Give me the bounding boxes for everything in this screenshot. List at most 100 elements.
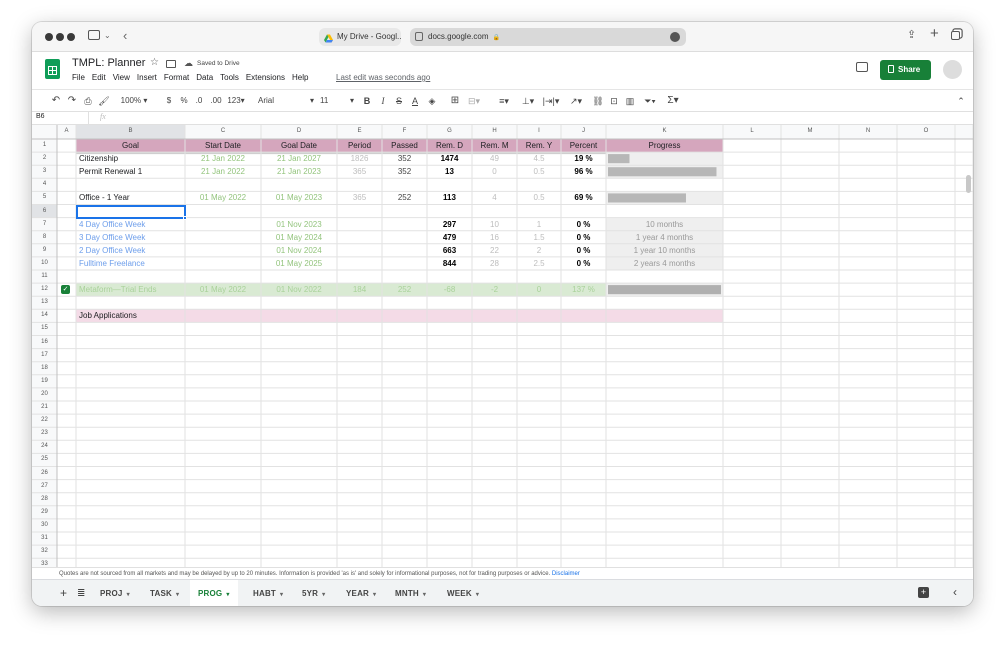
row-number[interactable]: 24 <box>32 440 57 453</box>
redo-icon[interactable]: ↷ <box>66 90 78 112</box>
rem-years-cell[interactable]: 4.5 <box>517 152 561 165</box>
row-number[interactable]: 1 <box>32 139 57 152</box>
link-icon[interactable]: ⛓ <box>592 90 604 112</box>
text-color-icon[interactable]: A <box>410 90 420 112</box>
sheet-tab-menu-icon[interactable]: ▾ <box>176 592 179 598</box>
rem-years-cell[interactable]: 0.5 <box>517 191 561 204</box>
passed-cell[interactable]: 352 <box>382 152 427 165</box>
move-folder-icon[interactable] <box>166 60 176 68</box>
percent-cell[interactable]: 0 % <box>561 244 606 257</box>
column-title-rem-m[interactable]: Rem. M <box>472 139 517 152</box>
goal-cell[interactable]: 2 Day Office Week <box>76 244 185 257</box>
passed-cell[interactable] <box>382 244 427 257</box>
goal-date-cell[interactable]: 21 Jan 2023 <box>261 165 337 178</box>
sheet-tab-5yr[interactable]: 5YR ▾ <box>302 580 325 606</box>
new-tab-icon[interactable]: + <box>930 25 939 42</box>
percent-cell[interactable]: 0 % <box>561 231 606 244</box>
row-number[interactable]: 32 <box>32 545 57 558</box>
goal-cell[interactable]: Citizenship <box>76 152 185 165</box>
goal-cell[interactable]: Permit Renewal 1 <box>76 165 185 178</box>
column-header-e[interactable]: E <box>337 126 382 137</box>
menu-view[interactable]: View <box>113 73 130 85</box>
period-cell[interactable] <box>337 218 382 231</box>
rem-months-cell[interactable]: 4 <box>472 191 517 204</box>
column-header-o[interactable]: O <box>897 126 955 137</box>
sheet-tab-menu-icon[interactable]: ▾ <box>373 592 376 598</box>
sidebar-icon[interactable] <box>88 30 100 40</box>
column-header-m[interactable]: M <box>781 126 839 137</box>
row-number[interactable]: 8 <box>32 231 57 244</box>
period-cell[interactable] <box>337 244 382 257</box>
column-header-c[interactable]: C <box>185 126 261 137</box>
reader-icon[interactable] <box>670 32 680 42</box>
start-date-cell[interactable]: 01 May 2022 <box>185 283 261 296</box>
percent-cell[interactable]: 137 % <box>561 283 606 296</box>
chevron-down-icon[interactable]: ⌄ <box>104 31 111 40</box>
menu-extensions[interactable]: Extensions <box>246 73 285 85</box>
sheet-tab-year[interactable]: YEAR ▾ <box>346 580 376 606</box>
column-header-n[interactable]: N <box>839 126 897 137</box>
row-number[interactable]: 11 <box>32 270 57 283</box>
vertical-align-icon[interactable]: ⊥▾ <box>520 90 536 112</box>
goal-cell[interactable]: 4 Day Office Week <box>76 218 185 231</box>
goal-cell[interactable]: Metaform—Trial Ends <box>76 283 185 296</box>
side-panel-toggle-icon[interactable]: ‹ <box>953 585 957 599</box>
goal-date-cell[interactable]: 01 May 2025 <box>261 257 337 270</box>
rem-days-cell[interactable]: 663 <box>427 244 472 257</box>
sheet-tab-menu-icon[interactable]: ▾ <box>423 592 426 598</box>
row-number[interactable]: 16 <box>32 336 57 349</box>
row-number[interactable]: 10 <box>32 257 57 270</box>
comments-icon[interactable] <box>856 62 868 72</box>
fill-color-icon[interactable]: ◈ <box>427 90 437 112</box>
fill-handle[interactable] <box>183 215 187 220</box>
sheet-tab-mnth[interactable]: MNTH ▾ <box>395 580 426 606</box>
column-title-rem-d[interactable]: Rem. D <box>427 139 472 152</box>
borders-icon[interactable]: ⊞ <box>450 90 460 112</box>
disclaimer-link[interactable]: Disclaimer <box>552 571 580 577</box>
column-title-progress[interactable]: Progress <box>606 139 723 152</box>
column-title-passed[interactable]: Passed <box>382 139 427 152</box>
goal-cell[interactable]: Job Applications <box>76 309 185 322</box>
column-title-period[interactable]: Period <box>337 139 382 152</box>
row-number[interactable]: 22 <box>32 414 57 427</box>
start-date-cell[interactable]: 01 May 2022 <box>185 191 261 204</box>
goal-date-cell[interactable]: 01 Nov 2024 <box>261 244 337 257</box>
row-number[interactable]: 3 <box>32 165 57 178</box>
row-number[interactable]: 19 <box>32 375 57 388</box>
address-bar[interactable]: docs.google.com 🔒 <box>410 28 686 46</box>
column-header-d[interactable]: D <box>261 126 337 137</box>
period-cell[interactable]: 365 <box>337 165 382 178</box>
increase-decimal-button[interactable]: .00 <box>208 90 224 112</box>
percent-cell[interactable]: 69 % <box>561 191 606 204</box>
row-number[interactable]: 5 <box>32 191 57 204</box>
start-date-cell[interactable]: 21 Jan 2022 <box>185 165 261 178</box>
start-date-cell[interactable] <box>185 244 261 257</box>
sheet-tab-menu-icon[interactable]: ▾ <box>226 592 229 598</box>
all-sheets-icon[interactable]: ≣ <box>77 588 85 599</box>
column-header-h[interactable]: H <box>472 126 517 137</box>
progress-text-cell[interactable]: 2 years 4 months <box>606 257 723 270</box>
chart-icon[interactable]: ▥ <box>624 90 636 112</box>
row-number[interactable]: 25 <box>32 453 57 466</box>
done-checkbox-icon[interactable]: ✓ <box>61 285 70 295</box>
rem-days-cell[interactable]: 1474 <box>427 152 472 165</box>
column-title-goal-date[interactable]: Goal Date <box>261 139 337 152</box>
rem-days-cell[interactable]: 297 <box>427 218 472 231</box>
rem-years-cell[interactable]: 0.5 <box>517 165 561 178</box>
bold-icon[interactable]: B <box>362 90 372 112</box>
row-number[interactable]: 17 <box>32 349 57 362</box>
sheet-tab-task[interactable]: TASK ▾ <box>150 580 179 606</box>
start-date-cell[interactable] <box>185 231 261 244</box>
decrease-decimal-button[interactable]: .0 <box>192 90 206 112</box>
undo-icon[interactable]: ↶ <box>50 90 62 112</box>
number-format-button[interactable]: 123▾ <box>226 90 246 112</box>
passed-cell[interactable]: 252 <box>382 283 427 296</box>
passed-cell[interactable] <box>382 218 427 231</box>
rem-months-cell[interactable]: 16 <box>472 231 517 244</box>
row-number[interactable]: 33 <box>32 558 57 567</box>
period-cell[interactable] <box>337 257 382 270</box>
name-box[interactable]: B6 <box>36 113 45 120</box>
goal-date-cell[interactable]: 21 Jan 2027 <box>261 152 337 165</box>
column-title-start-date[interactable]: Start Date <box>185 139 261 152</box>
sheet-tab-week[interactable]: WEEK ▾ <box>447 580 479 606</box>
